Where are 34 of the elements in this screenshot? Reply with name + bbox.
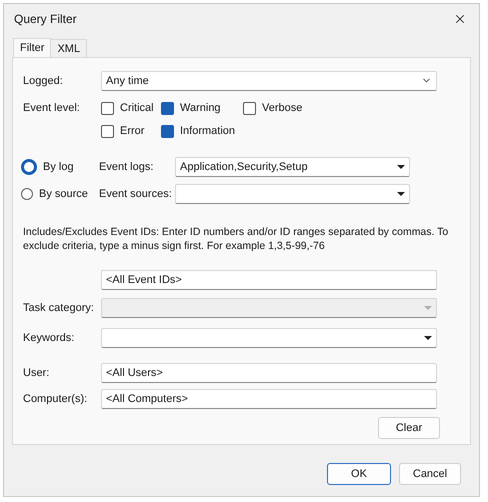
level-checkbox[interactable]: Warning [161, 102, 243, 115]
dropdown-caret-icon [424, 306, 432, 310]
close-icon[interactable] [453, 12, 467, 26]
event-ids-field[interactable]: <All Event IDs> [101, 270, 437, 290]
text-field[interactable]: <All Users> [101, 363, 437, 384]
level-checkbox[interactable]: Error [101, 124, 161, 138]
category-dropdown[interactable] [101, 328, 437, 348]
field-label: Task category: [23, 302, 95, 314]
dialog-button[interactable]: OK [327, 463, 391, 485]
tab[interactable]: XML [50, 39, 88, 57]
text-field[interactable]: <All Computers> [101, 389, 437, 410]
source-radio[interactable]: By log [21, 158, 99, 175]
level-checkbox[interactable]: Critical [101, 102, 161, 115]
field-label: User: [23, 367, 50, 380]
dropdown-caret-icon [397, 192, 405, 196]
dropdown-caret-icon [424, 336, 432, 340]
source-radio[interactable]: By source [21, 188, 99, 200]
field-label: Logged: [23, 74, 64, 87]
dialog-button[interactable]: Cancel [399, 463, 461, 485]
level-checkbox[interactable]: Information [161, 124, 243, 138]
window-title: Query Filter [14, 12, 77, 26]
dropdown-caret-icon [397, 164, 405, 169]
field-label: Event sources: [99, 188, 173, 200]
level-checkbox[interactable]: Verbose [243, 102, 333, 115]
logged-dropdown[interactable]: Any time [101, 70, 437, 91]
clear-button[interactable]: Clear [378, 417, 440, 440]
description-text: Includes/Excludes Event IDs: Enter ID numbers and/or ID ranges separated by commas. To exclude criteria, type a minus sign first. For example 1,3,5-99,-76 [23, 225, 450, 254]
field-label: Event logs: [99, 160, 154, 173]
field-label: Event level: [23, 102, 81, 114]
log-dropdown[interactable]: Application,Security,Setup [175, 156, 410, 177]
field-label: Keywords: [23, 332, 76, 344]
field-label: Computer(s): [23, 393, 88, 406]
tab[interactable]: Filter [13, 38, 52, 57]
log-dropdown[interactable] [175, 184, 410, 204]
